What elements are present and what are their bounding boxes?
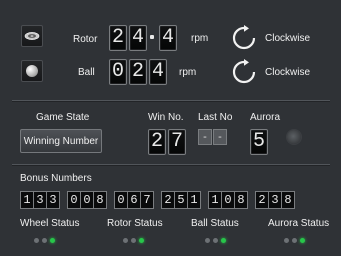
bonus-digit: 0: [114, 191, 128, 209]
ball-digit: 0: [109, 59, 127, 85]
aurora-indicator: [287, 130, 301, 144]
bonus-number: 108: [208, 191, 248, 209]
rotor-status-leds: [123, 237, 153, 245]
aurora-label: Aurora: [250, 112, 281, 123]
rotor-digit: 4: [129, 25, 147, 51]
ball-label: Ball: [78, 67, 95, 78]
rotor-wheel-icon: [21, 25, 43, 47]
bonus-digit: 3: [33, 191, 47, 209]
clockwise-arrow-icon: [231, 25, 257, 56]
bonus-number: 008: [67, 191, 107, 209]
status-led-on: [300, 238, 305, 243]
last-digit: -: [198, 129, 212, 145]
aurora-status-leds: [284, 237, 314, 245]
ball-digit: 4: [149, 59, 167, 85]
last-digit: -: [213, 129, 227, 145]
status-led-on: [139, 238, 144, 243]
bonus-digit: 3: [268, 191, 282, 209]
bonus-digit: 2: [255, 191, 269, 209]
bonus-numbers-label: Bonus Numbers: [20, 173, 92, 184]
ball-status-leds: [205, 237, 235, 245]
bonus-digit: 6: [127, 191, 141, 209]
rotor-direction: Clockwise: [265, 33, 311, 44]
status-led-on: [221, 238, 226, 243]
status-led-off: [123, 238, 128, 243]
bonus-number: 067: [114, 191, 154, 209]
ball-direction: Clockwise: [265, 67, 311, 78]
ball-icon: [21, 60, 43, 82]
bonus-digit: 1: [208, 191, 222, 209]
clockwise-arrow-icon: [231, 59, 257, 90]
last-number-label: Last No: [198, 112, 233, 123]
rotor-speed-display: 2 4 4: [109, 25, 183, 51]
bonus-digit: 8: [281, 191, 295, 209]
bonus-number: 133: [20, 191, 60, 209]
rotor-status-label: Rotor Status: [107, 218, 163, 229]
bonus-digit: 7: [140, 191, 154, 209]
aurora-status-label: Aurora Status: [268, 218, 330, 229]
bonus-digit: 8: [234, 191, 248, 209]
wheel-status-leds: [34, 237, 64, 245]
win-number-label: Win No.: [148, 112, 184, 123]
aurora-digit: 5: [250, 129, 268, 155]
status-led-off: [292, 238, 297, 243]
ball-status-label: Ball Status: [191, 218, 239, 229]
bonus-digit: 8: [93, 191, 107, 209]
status-led-off: [42, 238, 47, 243]
rotor-unit: rpm: [191, 33, 209, 44]
status-led-off: [213, 238, 218, 243]
win-number-display: 2 7: [148, 129, 186, 155]
rotor-digit: 2: [109, 25, 127, 51]
win-digit: 2: [148, 129, 166, 155]
section-divider: [12, 164, 330, 165]
rotor-digit: 4: [159, 25, 177, 51]
game-state-label: Game State: [36, 112, 90, 123]
bonus-digit: 2: [161, 191, 175, 209]
bonus-digit: 1: [20, 191, 34, 209]
bonus-numbers-display: 133008067251108238: [20, 191, 320, 209]
bonus-digit: 1: [187, 191, 201, 209]
ball-unit: rpm: [179, 67, 197, 78]
win-digit: 7: [168, 129, 186, 155]
status-led-off: [284, 238, 289, 243]
winning-number-button[interactable]: Winning Number: [20, 129, 102, 153]
rotor-label: Rotor: [73, 34, 98, 45]
status-led-on: [50, 238, 55, 243]
status-led-off: [34, 238, 39, 243]
bonus-number: 238: [255, 191, 295, 209]
decimal-point: [150, 35, 154, 39]
ball-speed-display: 0 2 4: [109, 59, 169, 85]
ball-digit: 2: [129, 59, 147, 85]
section-divider: [12, 100, 330, 101]
status-led-off: [131, 238, 136, 243]
wheel-status-label: Wheel Status: [20, 218, 80, 229]
bonus-digit: 0: [80, 191, 94, 209]
last-number-display: - -: [198, 129, 227, 145]
status-led-off: [205, 238, 210, 243]
bonus-number: 251: [161, 191, 201, 209]
bonus-digit: 5: [174, 191, 188, 209]
bonus-digit: 3: [46, 191, 60, 209]
bonus-digit: 0: [67, 191, 81, 209]
bonus-digit: 0: [221, 191, 235, 209]
